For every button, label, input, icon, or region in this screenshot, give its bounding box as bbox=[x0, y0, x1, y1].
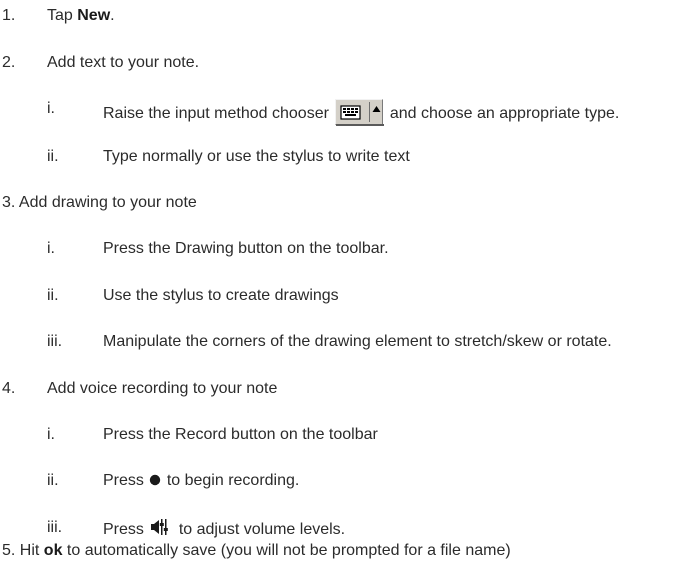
volume-adjust-icon bbox=[151, 519, 169, 535]
step-3-ii-number: ii. bbox=[47, 287, 59, 304]
new-keyword: New bbox=[77, 7, 111, 24]
step-5-text: 5. Hit ok to automatically save (you wil… bbox=[2, 542, 511, 559]
step-3-iii-text: Manipulate the corners of the drawing el… bbox=[103, 333, 612, 350]
step-2-ii-number: ii. bbox=[47, 148, 59, 165]
step-4-i-number: i. bbox=[47, 426, 55, 443]
step-1-number: 1. bbox=[2, 7, 16, 24]
keyboard-input-chooser-icon bbox=[335, 99, 385, 126]
step-3-i-text: Press the Drawing button on the toolbar. bbox=[103, 240, 389, 257]
step-3-text: 3. Add drawing to your note bbox=[2, 194, 197, 211]
chevron-up-icon bbox=[372, 106, 381, 112]
chooser-underline bbox=[336, 124, 385, 126]
ok-keyword: ok bbox=[43, 542, 63, 559]
chooser-separator bbox=[369, 102, 371, 122]
step-2-i-number: i. bbox=[47, 100, 55, 117]
record-dot-icon bbox=[150, 474, 161, 486]
keyboard-icon bbox=[339, 103, 367, 122]
step-4-number: 4. bbox=[2, 380, 16, 397]
step-2-number: 2. bbox=[2, 54, 16, 71]
step-4-ii-number: ii. bbox=[47, 472, 59, 489]
step-4-ii-text: Press to begin recording. bbox=[103, 472, 300, 489]
step-4-i-text: Press the Record button on the toolbar bbox=[103, 426, 378, 443]
step-4-text: Add voice recording to your note bbox=[47, 380, 278, 397]
step-4-iii-number: iii. bbox=[47, 519, 63, 536]
step-2-i-text: Raise the input method chooser and choos… bbox=[103, 99, 619, 126]
step-2-ii-text: Type normally or use the stylus to write… bbox=[103, 148, 410, 165]
step-1-text: Tap New. bbox=[47, 7, 115, 24]
step-3-iii-number: iii. bbox=[47, 333, 63, 350]
step-3-ii-text: Use the stylus to create drawings bbox=[103, 287, 339, 304]
step-3-i-number: i. bbox=[47, 240, 55, 257]
step-4-iii-text: Press to adjust volume levels. bbox=[103, 518, 345, 540]
step-2-text: Add text to your note. bbox=[47, 54, 200, 71]
